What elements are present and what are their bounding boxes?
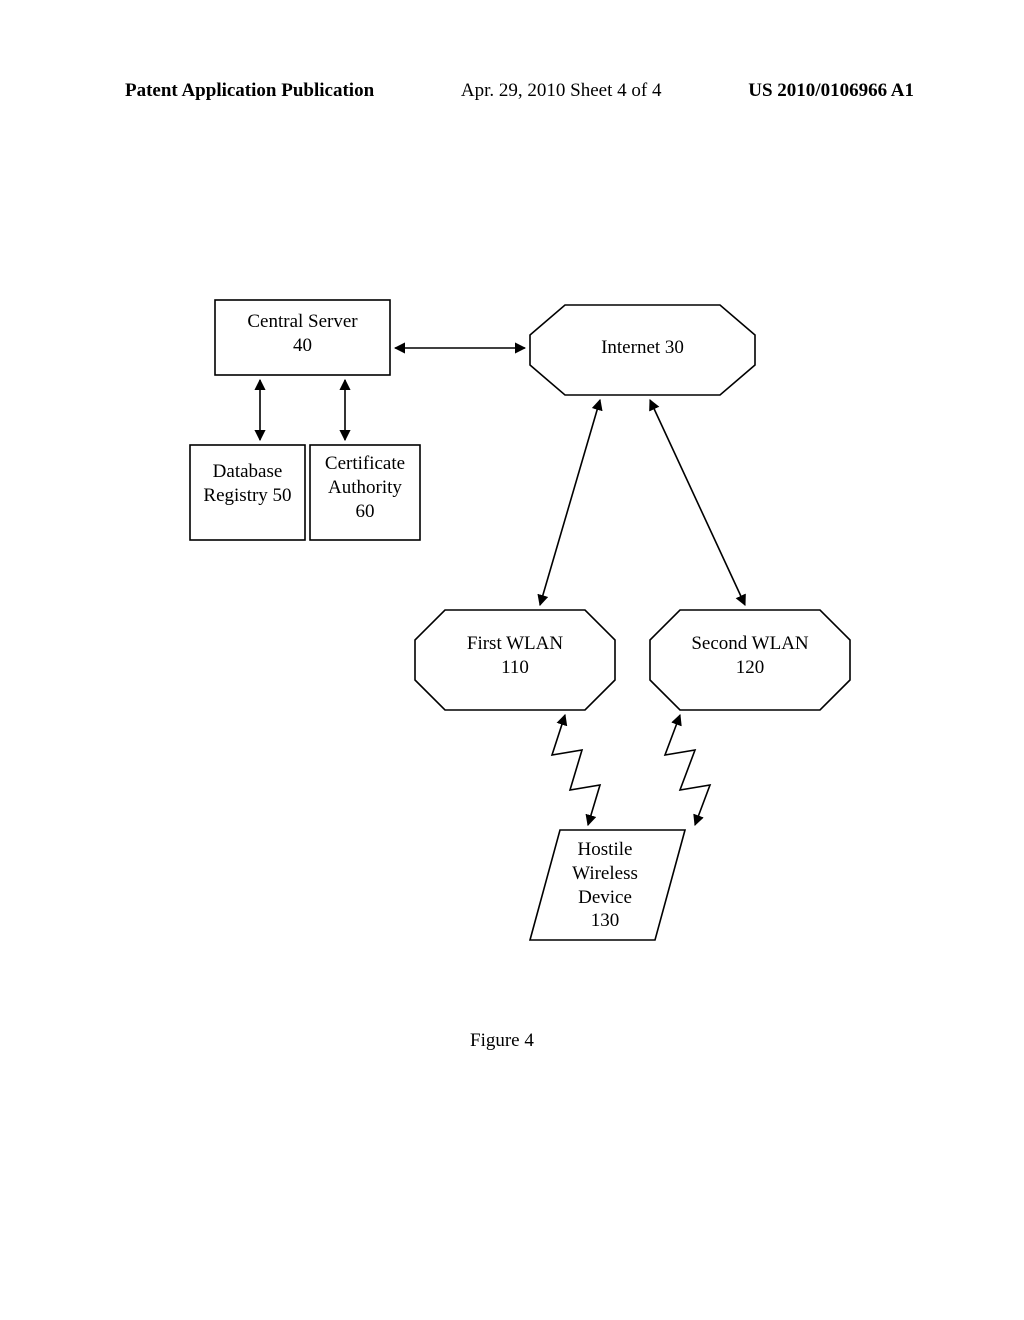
figure-caption: Figure 4 bbox=[470, 1030, 534, 1052]
arrow-wlan1-hostile bbox=[552, 715, 600, 825]
arrow-internet-wlan1 bbox=[540, 400, 600, 605]
hostile-device-label: HostileWirelessDevice130 bbox=[550, 838, 660, 933]
arrow-internet-wlan2 bbox=[650, 400, 745, 605]
central-server-label: Central Server40 bbox=[215, 310, 390, 358]
internet-label: Internet 30 bbox=[530, 336, 755, 360]
database-registry-label: DatabaseRegistry 50 bbox=[190, 460, 305, 508]
arrow-wlan2-hostile bbox=[665, 715, 710, 825]
second-wlan-label: Second WLAN120 bbox=[650, 632, 850, 680]
first-wlan-label: First WLAN110 bbox=[415, 632, 615, 680]
certificate-authority-label: CertificateAuthority60 bbox=[310, 452, 420, 523]
